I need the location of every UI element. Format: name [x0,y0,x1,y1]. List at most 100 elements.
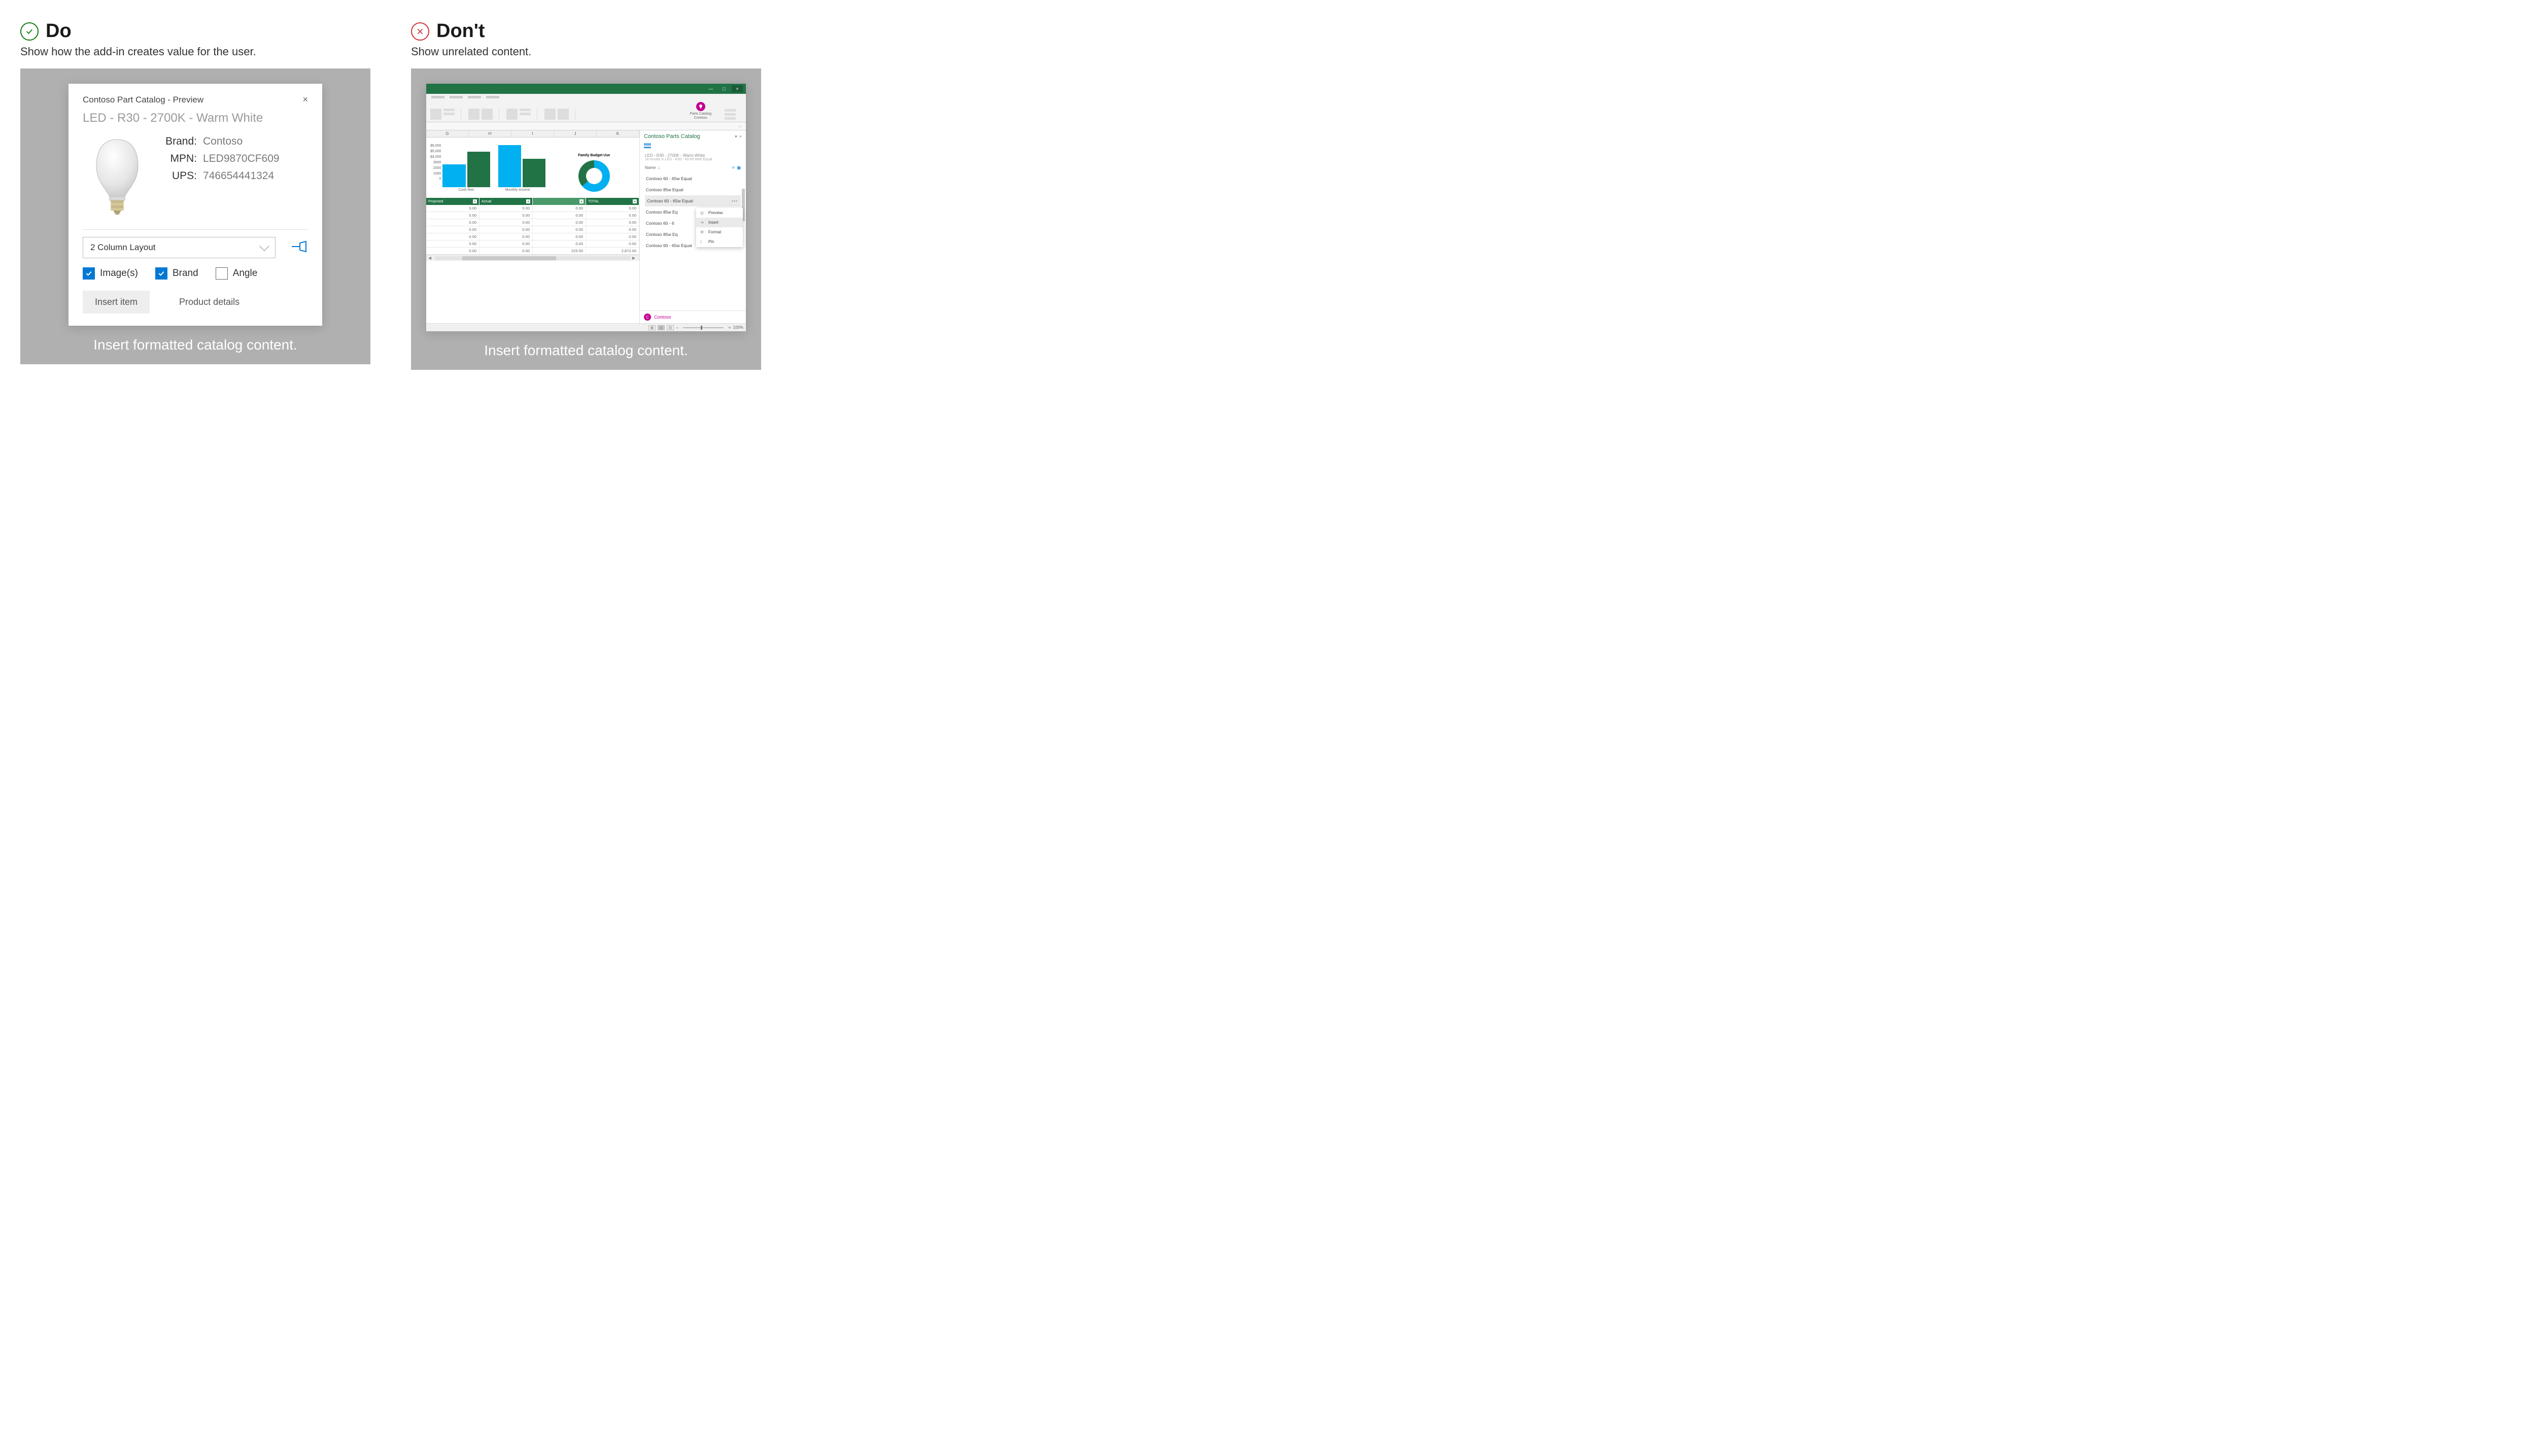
view-layout-icon[interactable]: ▥ [658,325,665,330]
view-break-icon[interactable]: ▤ [667,325,674,330]
table-row[interactable]: 0.000.000.000.00 [426,205,639,212]
ribbon-button[interactable] [520,109,531,111]
table-cell[interactable]: 0.00 [479,219,533,226]
pin-icon[interactable] [291,240,308,256]
layout-dropdown[interactable]: 2 Column Layout [83,237,276,258]
zoom-in-icon[interactable]: + [728,325,731,330]
table-cell[interactable]: 0.00 [586,212,639,219]
column-header[interactable]: J [554,130,597,137]
filter-icon[interactable]: ▾ [473,199,477,203]
table-cell[interactable]: 225.50 [533,248,586,254]
ribbon-button[interactable] [520,113,531,115]
table-cell[interactable]: 0.00 [586,240,639,247]
ribbon-tab[interactable] [486,96,499,98]
taskpane-footer-label[interactable]: Contoso [654,315,671,320]
context-preview[interactable]: ◎Preview [696,208,743,218]
taskpane-list-item[interactable]: Contoso 85w Equal [645,184,741,195]
hamburger-icon[interactable] [640,143,746,151]
table-cell[interactable]: 0.00 [533,226,586,233]
table-row[interactable]: 0.000.000.000.00 [426,233,639,240]
ribbon-tab[interactable] [450,96,463,98]
zoom-out-icon[interactable]: − [676,325,678,330]
ribbon-tab[interactable] [431,96,444,98]
table-cell[interactable]: 0.00 [426,240,479,247]
ribbon-button[interactable] [725,109,736,112]
table-cell[interactable]: 0.00 [479,212,533,219]
table-cell[interactable]: 0.00 [426,233,479,240]
horizontal-scrollbar[interactable]: ◀ ▶ [426,255,639,261]
column-header[interactable]: I [511,130,554,137]
table-cell[interactable]: 0.00 [533,212,586,219]
ribbon-button[interactable] [443,109,455,111]
table-cell[interactable]: 0.00 [426,212,479,219]
table-cell[interactable]: 0.00 [586,233,639,240]
images-checkbox[interactable]: Image(s) [83,267,138,280]
taskpane-list-item[interactable]: Contoso 60 - 65w Equal [645,173,741,184]
context-insert[interactable]: ⇥Insert [696,218,743,227]
ribbon-button[interactable] [482,109,493,120]
table-header-cell[interactable]: Projected▾ [426,198,479,205]
column-header[interactable]: K [597,130,639,137]
brand-checkbox[interactable]: Brand [155,267,198,280]
column-header[interactable]: G [426,130,469,137]
more-icon[interactable]: ••• [732,198,740,203]
table-cell[interactable]: 0.00 [586,205,639,212]
table-cell[interactable]: 0.00 [586,219,639,226]
table-cell[interactable]: 0.00 [479,248,533,254]
sort-label[interactable]: Name [645,165,656,170]
close-icon[interactable]: × [732,85,743,92]
table-cell[interactable]: 0.00 [426,248,479,254]
grid-view-icon[interactable]: ▦ [737,165,741,170]
table-cell[interactable]: 0.00 [586,226,639,233]
table-cell[interactable]: 0.00 [479,240,533,247]
scroll-left-icon[interactable]: ◀ [428,256,433,261]
angle-checkbox[interactable]: Angle [216,267,258,280]
context-format[interactable]: ⚙Format [696,227,743,237]
minimize-icon[interactable]: — [705,85,716,92]
table-cell[interactable]: 2,872.00 [586,248,639,254]
ribbon-button[interactable] [468,109,479,120]
addin-ribbon-button[interactable]: Parts Catalog Contoso [690,102,711,120]
insert-item-button[interactable]: Insert item [83,291,150,314]
table-cell[interactable]: 0.00 [426,219,479,226]
table-header-cell[interactable]: ▾ [533,198,586,205]
ribbon-collapse-icon[interactable]: ⌵ [738,123,742,128]
table-cell[interactable]: 0.00 [479,205,533,212]
ribbon-button[interactable] [725,113,736,116]
ribbon-button[interactable] [506,109,518,120]
table-cell[interactable]: 0.00 [426,205,479,212]
ribbon-button[interactable] [544,109,556,120]
table-row[interactable]: 0.000.000.000.00 [426,219,639,226]
zoom-slider[interactable] [683,327,724,328]
ribbon-button[interactable] [443,113,455,115]
zoom-level[interactable]: 100% [733,325,743,330]
ribbon-button[interactable] [430,109,441,120]
scroll-right-icon[interactable]: ▶ [632,256,637,261]
view-normal-icon[interactable]: ▦ [648,325,656,330]
table-header-cell[interactable]: TOTAL▾ [586,198,639,205]
maximize-icon[interactable]: □ [718,85,730,92]
context-pin[interactable]: ⟟Pin [696,237,743,247]
close-icon[interactable]: × [739,134,742,140]
table-row[interactable]: 0.000.00225.502,872.00 [426,248,639,255]
product-details-button[interactable]: Product details [167,291,252,314]
taskpane-list-item[interactable]: Contoso 60 - 65w Equal••• [645,195,741,206]
table-cell[interactable]: 0.00 [479,226,533,233]
filter-icon[interactable]: ▾ [579,199,584,203]
sort-icon[interactable]: ↓ [658,165,660,170]
table-row[interactable]: 0.000.000.000.00 [426,240,639,248]
filter-icon[interactable]: ▾ [526,199,530,203]
ribbon-tab[interactable] [468,96,481,98]
table-cell[interactable]: 0.00 [426,226,479,233]
table-cell[interactable]: 0.00 [533,233,586,240]
ribbon-button[interactable] [725,117,736,120]
table-header-cell[interactable]: Actual▾ [479,198,533,205]
table-cell[interactable]: 0.00 [533,240,586,247]
table-row[interactable]: 0.000.000.000.00 [426,212,639,219]
table-cell[interactable]: 0.00 [479,233,533,240]
list-view-icon[interactable]: ≡ [732,165,735,170]
scrollbar-thumb[interactable] [462,256,556,260]
table-cell[interactable]: 0.00 [533,219,586,226]
table-cell[interactable]: 0.00 [533,205,586,212]
column-header[interactable]: H [469,130,511,137]
